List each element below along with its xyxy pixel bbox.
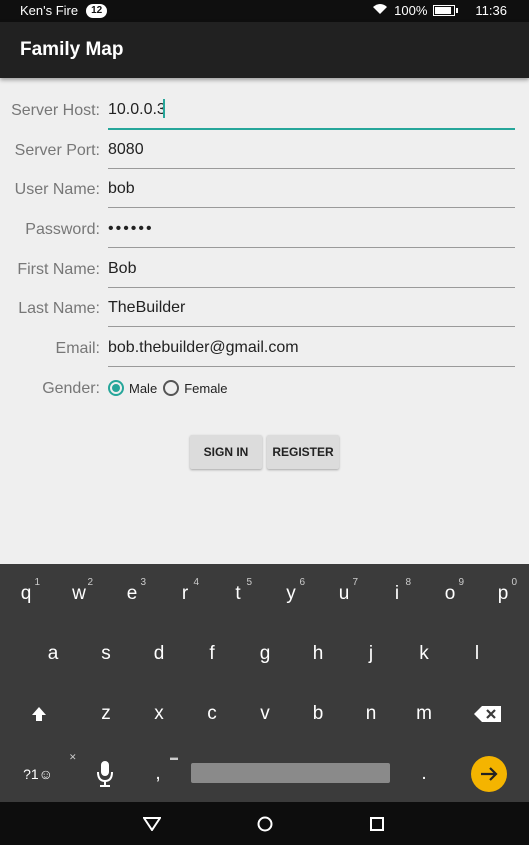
notification-badge: 12 (86, 3, 108, 18)
user-name-label: User Name: (14, 181, 100, 198)
password-row: Password: (0, 213, 529, 248)
key-t[interactable]: 5t (218, 572, 258, 616)
shift-icon[interactable] (19, 692, 59, 736)
password-label: Password: (25, 221, 100, 238)
status-left: Ken's Fire 12 (20, 3, 108, 18)
key-c[interactable]: c (192, 692, 232, 736)
key-h[interactable]: h (298, 632, 338, 676)
key-q[interactable]: 1q (6, 572, 46, 616)
backspace-icon[interactable] (468, 692, 508, 736)
key-b[interactable]: b (298, 692, 338, 736)
symbols-key[interactable]: ?1☺ (18, 752, 58, 796)
radio-unchecked-icon[interactable] (163, 380, 180, 396)
key-l[interactable]: l (457, 632, 497, 676)
status-bar: Ken's Fire 12 100% 11:36 (0, 0, 529, 22)
first-name-label: First Name: (17, 261, 100, 278)
soft-keyboard: 1q 2w 3e 4r 5t 6y 7u 8i 9o 0p a s d f g … (0, 564, 529, 802)
key-n[interactable]: n (351, 692, 391, 736)
key-d[interactable]: d (139, 632, 179, 676)
key-u[interactable]: 7u (324, 572, 364, 616)
server-host-label: Server Host: (11, 102, 100, 119)
email-label: Email: (55, 340, 100, 357)
clock: 11:36 (475, 3, 507, 18)
user-name-field[interactable] (108, 173, 515, 208)
server-host-input[interactable] (108, 96, 515, 124)
register-button[interactable]: REGISTER (267, 435, 339, 469)
gender-row: Gender: (0, 372, 529, 406)
microphone-icon[interactable]: ✕ (69, 752, 125, 796)
user-name-input[interactable] (108, 175, 515, 203)
last-name-label: Last Name: (18, 300, 100, 317)
back-triangle-icon[interactable] (132, 810, 172, 838)
key-w[interactable]: 2w (59, 572, 99, 616)
key-a[interactable]: a (33, 632, 73, 676)
first-name-field[interactable] (108, 253, 515, 288)
gender-female-option[interactable]: Female (163, 380, 228, 396)
key-j[interactable]: j (351, 632, 391, 676)
gender-male-label: Male (129, 380, 158, 396)
period-key[interactable]: . (404, 752, 444, 796)
key-p[interactable]: 0p (483, 572, 523, 616)
status-right: 100% 11:36 (372, 3, 507, 18)
key-s[interactable]: s (86, 632, 126, 676)
key-v[interactable]: v (245, 692, 285, 736)
spacebar[interactable] (191, 763, 390, 783)
gender-female-label: Female (184, 380, 228, 396)
recents-square-icon[interactable] (357, 810, 397, 838)
app-bar: Family Map (0, 22, 529, 78)
key-r[interactable]: 4r (165, 572, 205, 616)
key-g[interactable]: g (245, 632, 285, 676)
key-f[interactable]: f (192, 632, 232, 676)
server-port-input[interactable] (108, 136, 515, 164)
key-k[interactable]: k (404, 632, 444, 676)
battery-icon (433, 5, 459, 16)
home-circle-icon[interactable] (245, 810, 285, 838)
gender-radio-group: Male Female (108, 380, 234, 396)
first-name-row: First Name: (0, 253, 529, 288)
nav-bar (0, 802, 529, 845)
app-title: Family Map (20, 39, 124, 60)
email-field[interactable] (108, 332, 515, 367)
key-y[interactable]: 6y (271, 572, 311, 616)
sign-in-button[interactable]: SIGN IN (190, 435, 262, 469)
user-name-row: User Name: (0, 173, 529, 208)
last-name-input[interactable] (108, 294, 515, 322)
server-host-field[interactable] (108, 94, 515, 130)
key-z[interactable]: z (86, 692, 126, 736)
server-host-row: Server Host: (0, 94, 529, 130)
wifi-icon (372, 3, 388, 18)
server-port-row: Server Port: (0, 134, 529, 169)
gender-male-option[interactable]: Male (108, 380, 157, 396)
password-input[interactable] (108, 215, 515, 243)
server-port-field[interactable] (108, 134, 515, 169)
email-row: Email: (0, 332, 529, 367)
battery-percent: 100% (394, 3, 428, 18)
gender-label: Gender: (42, 380, 100, 397)
key-x[interactable]: x (139, 692, 179, 736)
text-caret (163, 99, 165, 118)
key-m[interactable]: m (404, 692, 444, 736)
emoji-hint-icon: ▬ (170, 753, 178, 762)
key-i[interactable]: 8i (377, 572, 417, 616)
x-hint-icon: ✕ (69, 752, 77, 762)
key-o[interactable]: 9o (430, 572, 470, 616)
device-owner: Ken's Fire (20, 3, 79, 18)
enter-arrow-icon[interactable] (471, 756, 507, 792)
radio-checked-icon[interactable] (108, 380, 124, 396)
password-field[interactable] (108, 213, 515, 248)
comma-key[interactable]: ▬ , (138, 752, 178, 796)
first-name-input[interactable] (108, 255, 515, 283)
email-input[interactable] (108, 334, 515, 362)
last-name-field[interactable] (108, 292, 515, 327)
server-port-label: Server Port: (14, 142, 100, 159)
last-name-row: Last Name: (0, 292, 529, 327)
key-e[interactable]: 3e (112, 572, 152, 616)
